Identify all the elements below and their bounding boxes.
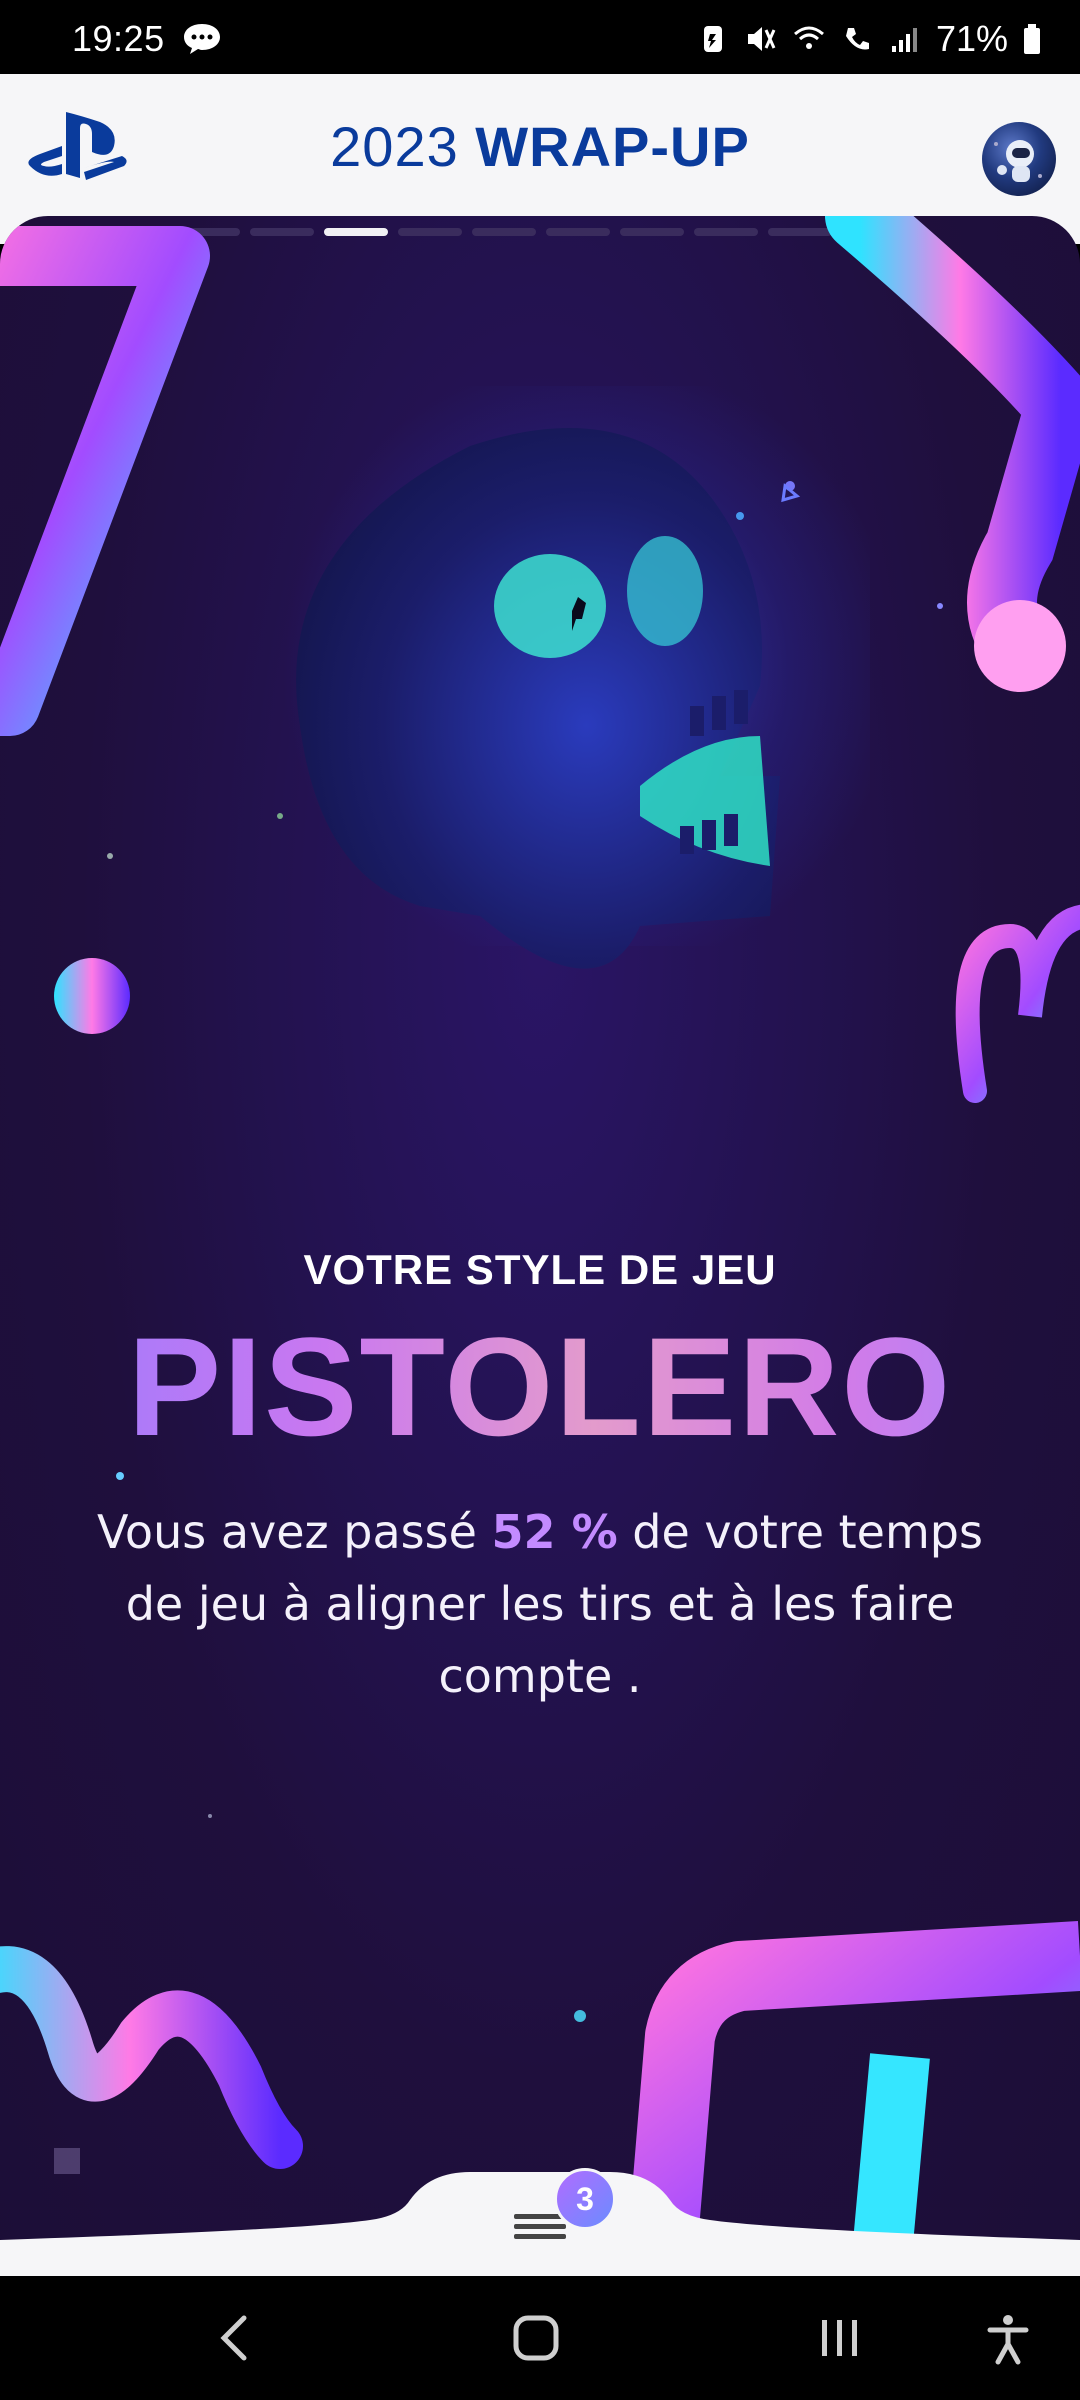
wifi-calling-icon — [845, 28, 869, 50]
system-navigation-bar — [0, 2276, 1080, 2400]
profile-avatar[interactable] — [982, 122, 1056, 196]
story-headline: PISTOLERO — [0, 1306, 1080, 1468]
battery-percent: 71% — [935, 18, 1008, 59]
menu-badge: 3 — [554, 2168, 616, 2230]
desc-percent: 52 % — [491, 1505, 618, 1559]
back-icon[interactable] — [212, 2310, 256, 2366]
chat-icon — [184, 24, 220, 54]
status-time: 19:25 — [72, 18, 165, 59]
accessibility-icon[interactable] — [984, 2310, 1032, 2366]
astro-avatar-icon — [994, 140, 1042, 182]
wifi-icon — [793, 26, 824, 49]
status-icons: 71% — [696, 18, 1042, 60]
desc-text-before: Vous avez passé — [97, 1505, 492, 1559]
title-main: WRAP-UP — [475, 115, 750, 178]
story-description: Vous avez passé 52 % de votre temps de j… — [70, 1496, 1010, 1712]
signal-icon — [891, 28, 917, 52]
story-card[interactable]: VOTRE STYLE DE JEU PISTOLERO Vous avez p… — [0, 216, 1080, 2276]
title-year: 2023 — [330, 115, 459, 178]
page-title: 2023 WRAP-UP — [0, 114, 1080, 179]
status-bar: 19:25 71% — [0, 0, 1080, 74]
home-icon[interactable] — [510, 2310, 562, 2366]
battery-icon — [1024, 24, 1040, 54]
battery-saver-icon — [703, 26, 722, 52]
story-eyebrow: VOTRE STYLE DE JEU — [303, 1246, 777, 1293]
recents-icon[interactable] — [816, 2310, 864, 2366]
mute-icon — [747, 27, 776, 51]
